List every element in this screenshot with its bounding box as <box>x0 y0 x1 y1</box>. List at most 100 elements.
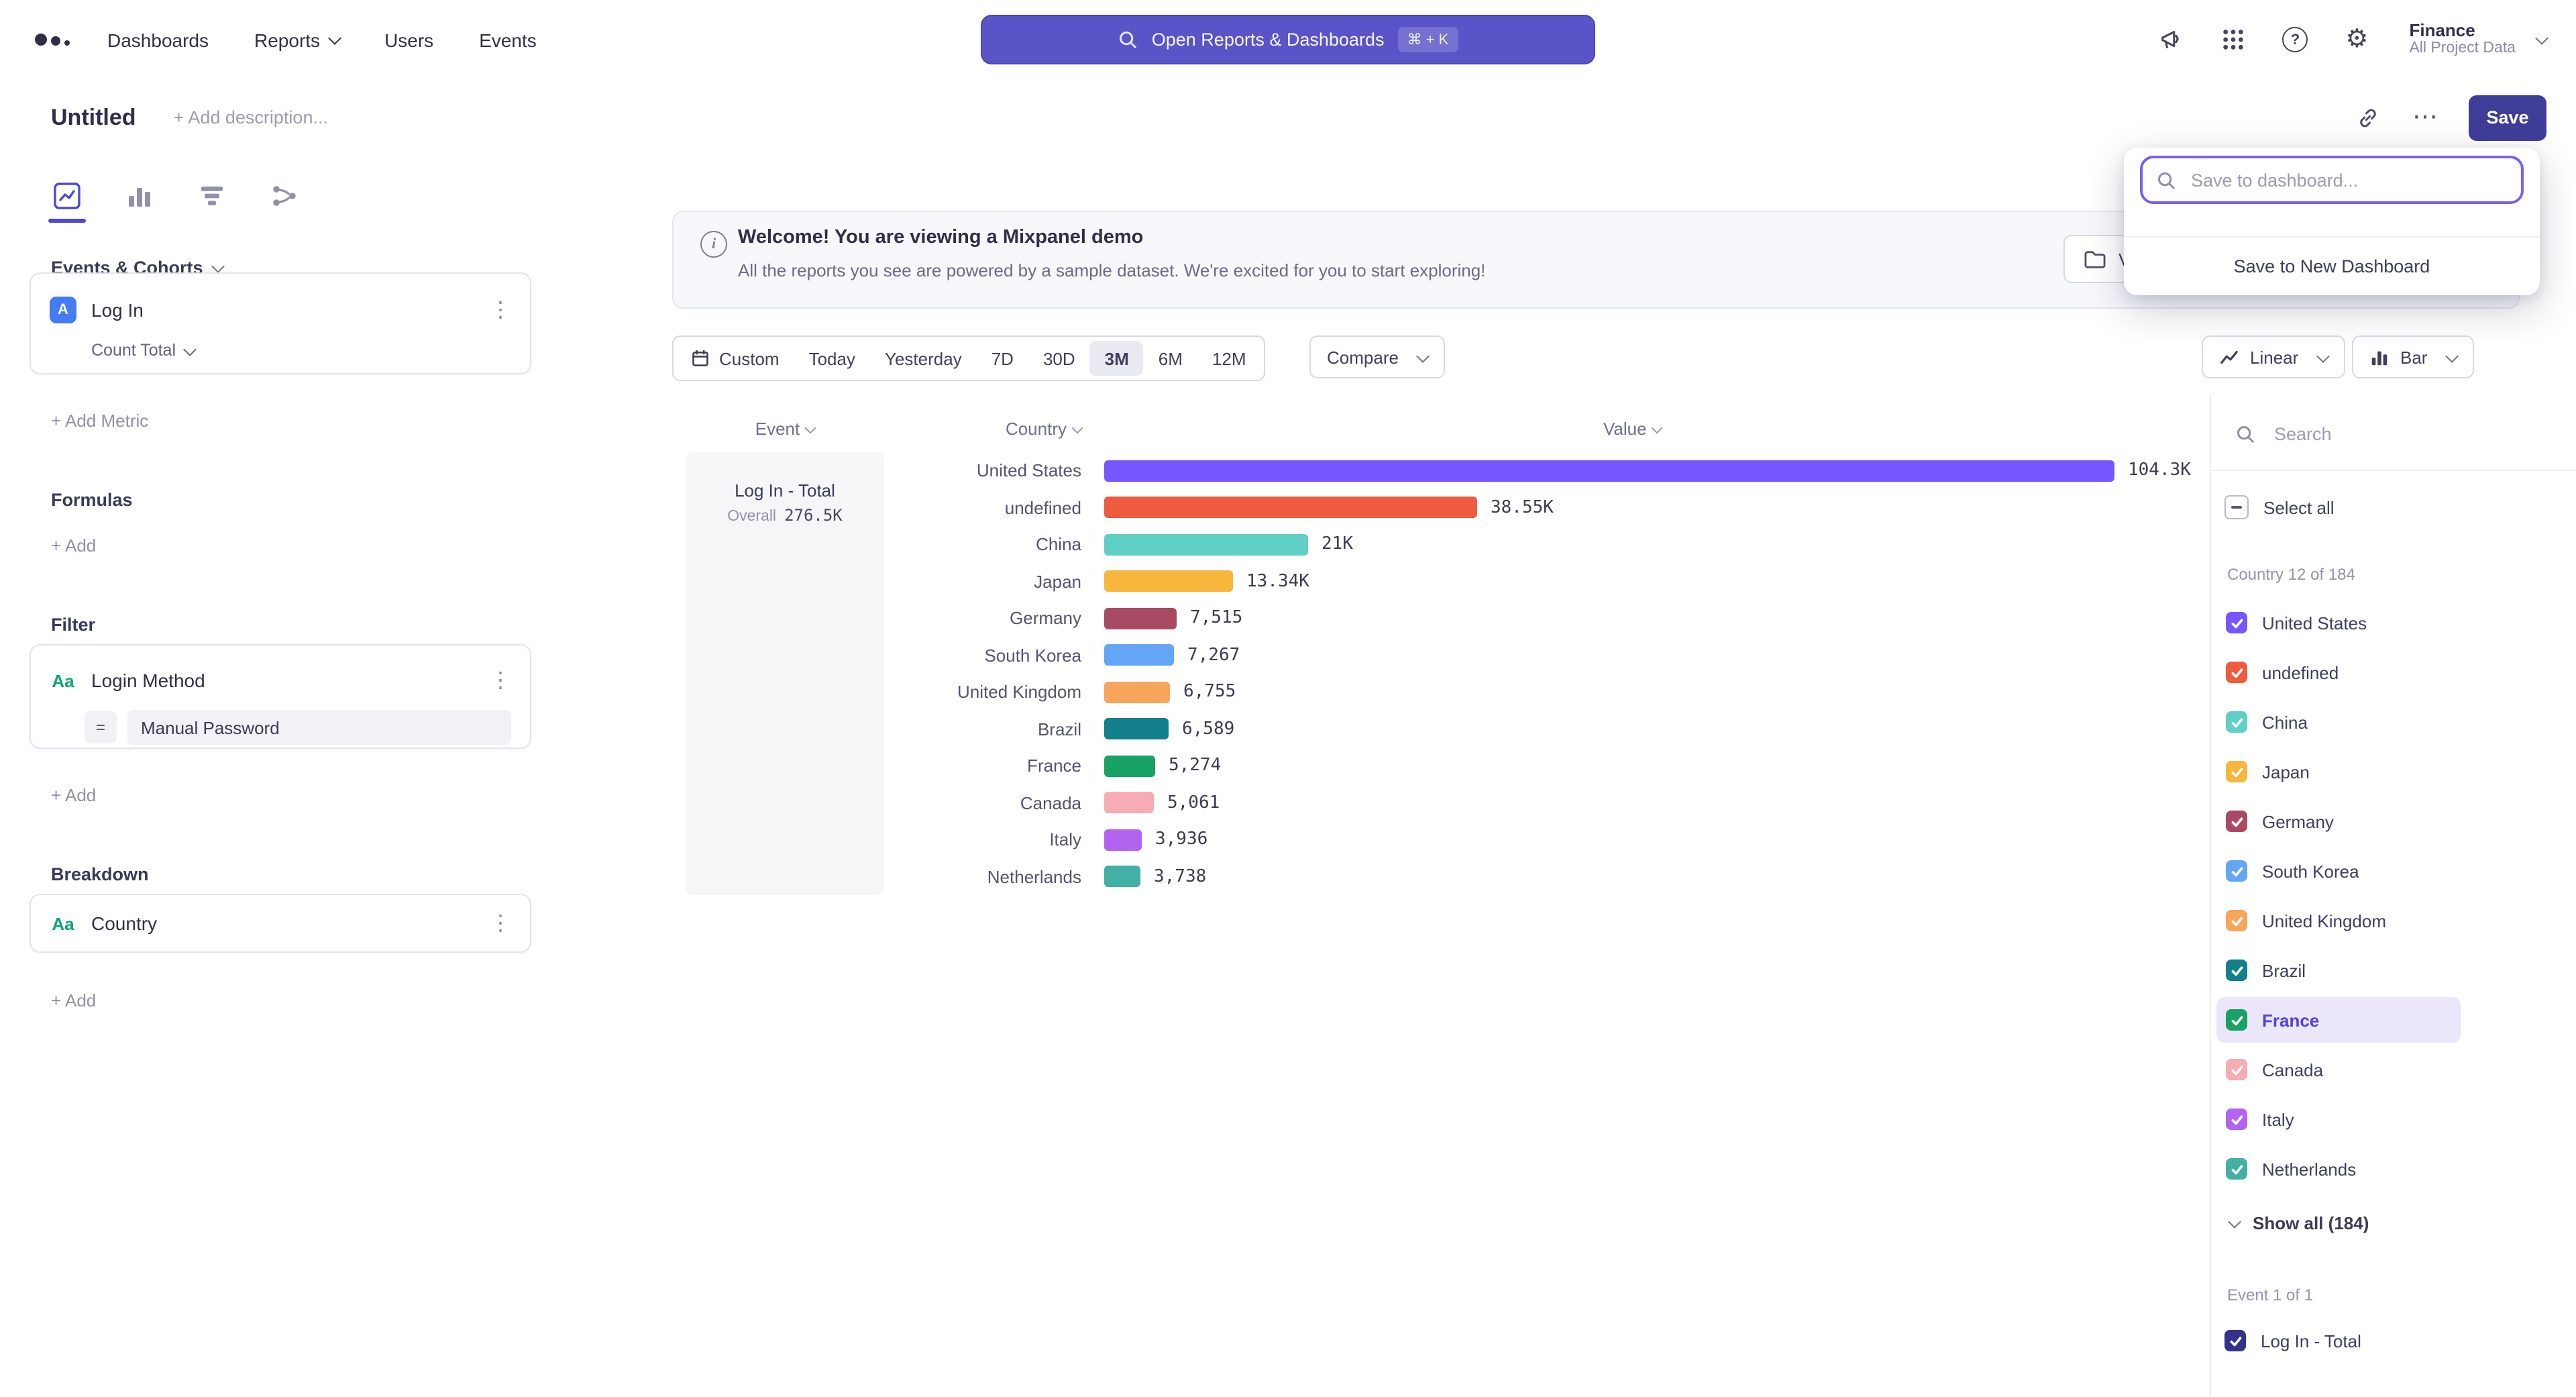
nav-item-users[interactable]: Users <box>384 29 433 50</box>
filter-menu-icon[interactable]: ⋮ <box>490 667 511 694</box>
country-filter-item[interactable]: Italy <box>2216 1096 2461 1142</box>
mixpanel-logo-icon[interactable] <box>35 34 70 46</box>
country-filter-item[interactable]: undefined <box>2216 650 2461 695</box>
country-checkbox[interactable] <box>2226 711 2247 733</box>
country-checkbox[interactable] <box>2226 761 2247 782</box>
add-formula-link[interactable]: + Add <box>51 535 96 556</box>
add-breakdown-link[interactable]: + Add <box>51 990 96 1011</box>
tab-insights[interactable] <box>46 169 89 223</box>
column-header-value[interactable]: Value <box>1603 419 1662 443</box>
country-filter-item[interactable]: Canada <box>2216 1047 2461 1092</box>
event-filter-item[interactable]: Log In - Total <box>2224 1318 2361 1363</box>
save-to-new-dashboard-option[interactable]: Save to New Dashboard <box>2124 236 2540 294</box>
range-today[interactable]: Today <box>794 341 870 376</box>
range-yesterday[interactable]: Yesterday <box>870 341 977 376</box>
nav-item-reports[interactable]: Reports <box>254 29 339 50</box>
chart-row: United States104.3K <box>885 452 2191 489</box>
bar-segment[interactable] <box>1104 756 1155 777</box>
project-switcher[interactable]: Finance All Project Data <box>2409 20 2546 60</box>
country-checkbox[interactable] <box>2226 1059 2247 1080</box>
tab-funnels[interactable] <box>118 169 161 223</box>
scale-selector-button[interactable]: Linear <box>2202 335 2345 378</box>
breakdown-menu-icon[interactable]: ⋮ <box>490 910 511 937</box>
settings-gear-icon[interactable]: ⚙ <box>2342 25 2371 54</box>
country-checkbox[interactable] <box>2226 662 2247 683</box>
bar-segment[interactable] <box>1104 829 1142 851</box>
bar-segment[interactable] <box>1104 534 1308 556</box>
range-6m[interactable]: 6M <box>1144 341 1197 376</box>
nav-item-events[interactable]: Events <box>479 29 537 50</box>
series-name: Log In - Total <box>686 480 884 501</box>
range-7d[interactable]: 7D <box>977 341 1028 376</box>
scale-label: Linear <box>2250 347 2298 367</box>
filter-property-name[interactable]: Login Method <box>91 670 490 691</box>
country-filter-item[interactable]: France <box>2216 997 2461 1043</box>
country-checkbox[interactable] <box>2226 612 2247 633</box>
metric-menu-icon[interactable]: ⋮ <box>490 297 511 323</box>
select-all-row[interactable]: Select all <box>2224 486 2334 529</box>
country-checkbox[interactable] <box>2226 1108 2247 1130</box>
range-30d[interactable]: 30D <box>1028 341 1090 376</box>
event-checkbox[interactable] <box>2224 1330 2246 1351</box>
whats-new-icon[interactable] <box>2157 25 2186 54</box>
add-filter-link[interactable]: + Add <box>51 785 96 805</box>
add-metric-link[interactable]: + Add Metric <box>51 411 148 431</box>
chevron-down-icon <box>2535 32 2548 45</box>
global-search-button[interactable]: Open Reports & Dashboards ⌘ + K <box>981 15 1595 64</box>
filter-operator[interactable]: = <box>85 711 117 743</box>
filter-value-input[interactable]: Manual Password <box>127 710 511 745</box>
help-icon[interactable]: ? <box>2280 25 2310 54</box>
country-checkbox[interactable] <box>2226 860 2247 882</box>
country-filter-item[interactable]: United Kingdom <box>2216 898 2461 943</box>
country-filter-item[interactable]: Brazil <box>2216 947 2461 993</box>
dashboard-search-input[interactable] <box>2188 168 2502 191</box>
indeterminate-checkbox[interactable] <box>2224 495 2249 519</box>
tab-retention[interactable] <box>191 169 233 223</box>
country-checkbox[interactable] <box>2226 811 2247 832</box>
country-checkbox[interactable] <box>2226 1158 2247 1180</box>
bar-segment[interactable] <box>1104 460 2114 482</box>
range-12m[interactable]: 12M <box>1197 341 1261 376</box>
country-filter-label: France <box>2262 1010 2319 1030</box>
bar-segment[interactable] <box>1104 682 1170 703</box>
bar-segment[interactable] <box>1104 608 1177 629</box>
more-options-icon[interactable]: ⋯ <box>2412 102 2439 133</box>
bar-segment[interactable] <box>1104 792 1154 814</box>
event-series-cell[interactable]: Log In - Total Overall276.5K <box>686 452 884 895</box>
column-header-country[interactable]: Country <box>885 419 1081 443</box>
country-checkbox[interactable] <box>2226 910 2247 931</box>
value-label: 21K <box>1322 535 1353 555</box>
save-button[interactable]: Save <box>2469 95 2546 140</box>
chart-type-button[interactable]: Bar <box>2352 335 2474 378</box>
panel-search-input[interactable] <box>2271 422 2505 445</box>
bar-segment[interactable] <box>1104 645 1174 666</box>
line-scale-icon <box>2219 347 2239 367</box>
apps-grid-icon[interactable] <box>2218 25 2248 54</box>
aggregation-selector[interactable]: Count Total <box>91 341 530 360</box>
breakdown-property-name[interactable]: Country <box>91 913 490 934</box>
bar-segment[interactable] <box>1104 571 1233 592</box>
country-checkbox[interactable] <box>2226 1009 2247 1031</box>
range-3m[interactable]: 3M <box>1090 341 1144 376</box>
country-checkbox[interactable] <box>2226 960 2247 981</box>
country-filter-item[interactable]: China <box>2216 699 2461 745</box>
country-filter-item[interactable]: South Korea <box>2216 848 2461 894</box>
country-filter-item[interactable]: Japan <box>2216 749 2461 794</box>
show-all-toggle[interactable]: Show all (184) <box>2230 1204 2369 1241</box>
report-title[interactable]: Untitled <box>51 104 136 131</box>
country-filter-item[interactable]: Germany <box>2216 798 2461 844</box>
bar-segment[interactable] <box>1104 497 1477 519</box>
column-header-event[interactable]: Event <box>686 419 884 443</box>
tab-flows[interactable] <box>263 169 306 223</box>
copy-link-icon[interactable] <box>2353 103 2383 132</box>
compare-button[interactable]: Compare <box>1309 335 1446 378</box>
bar-segment[interactable] <box>1104 719 1169 740</box>
event-name[interactable]: Log In <box>91 299 490 321</box>
nav-item-dashboards[interactable]: Dashboards <box>107 29 209 50</box>
country-filter-item[interactable]: United States <box>2216 600 2461 645</box>
chart-row: South Korea7,267 <box>885 637 2191 674</box>
country-filter-item[interactable]: Netherlands <box>2216 1146 2461 1192</box>
range-custom[interactable]: Custom <box>676 341 794 376</box>
bar-segment[interactable] <box>1104 866 1140 888</box>
add-description-link[interactable]: + Add description... <box>174 107 328 127</box>
